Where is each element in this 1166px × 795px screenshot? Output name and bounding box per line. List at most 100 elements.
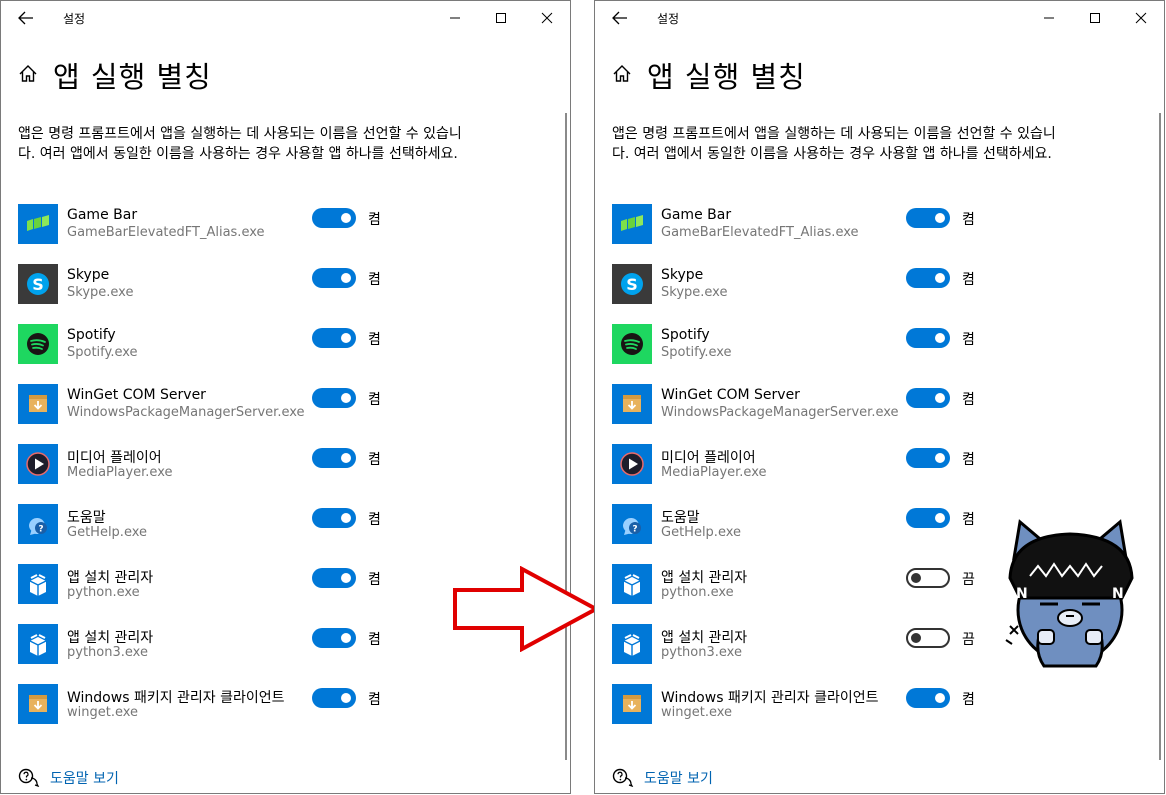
- alias-toggle-switch[interactable]: [906, 448, 950, 468]
- app-alias-row: 미디어 플레이어 MediaPlayer.exe 켬: [595, 444, 1164, 504]
- alias-toggle-switch[interactable]: [906, 508, 950, 528]
- home-icon[interactable]: [17, 63, 39, 85]
- help-chat-icon: [18, 768, 40, 787]
- toggle-knob: [341, 273, 351, 283]
- back-arrow-icon[interactable]: [15, 7, 37, 29]
- svg-text:?: ?: [38, 525, 43, 535]
- spotify-icon: [612, 324, 652, 364]
- toggle-state-label: 켬: [962, 452, 975, 468]
- toggle-knob: [341, 213, 351, 223]
- app-installer-icon: [18, 624, 58, 664]
- toggle-state-label: 켬: [962, 272, 975, 288]
- alias-toggle-switch[interactable]: [906, 268, 950, 288]
- alias-toggle-switch[interactable]: [312, 568, 356, 588]
- skype-icon: S: [18, 264, 58, 304]
- toggle-state-label: 켬: [368, 392, 381, 408]
- toggle-state-label: 켬: [962, 332, 975, 348]
- toggle-knob: [935, 693, 945, 703]
- alias-toggle-switch[interactable]: [312, 268, 356, 288]
- close-button[interactable]: [524, 5, 570, 31]
- alias-toggle-switch[interactable]: [312, 628, 356, 648]
- app-installer-icon: [612, 564, 652, 604]
- svg-text:S: S: [32, 275, 44, 294]
- gamebar-icon: [612, 204, 652, 244]
- toggle-state-label: 켬: [368, 332, 381, 348]
- alias-toggle-switch[interactable]: [906, 628, 950, 648]
- package-icon: [612, 684, 652, 724]
- alias-toggle-switch[interactable]: [906, 388, 950, 408]
- maximize-button[interactable]: [478, 5, 524, 31]
- app-executable: WindowsPackageManagerServer.exe: [661, 405, 899, 420]
- alias-toggle-switch[interactable]: [906, 568, 950, 588]
- app-executable: GameBarElevatedFT_Alias.exe: [67, 225, 265, 240]
- toggle-state-label: 끔: [962, 572, 975, 588]
- app-executable: WindowsPackageManagerServer.exe: [67, 405, 305, 420]
- alias-toggle-switch[interactable]: [312, 208, 356, 228]
- title-bar: 설정: [595, 1, 1164, 35]
- app-name: Game Bar: [661, 207, 732, 223]
- app-name: Spotify: [661, 327, 710, 343]
- help-link[interactable]: 도움말 보기: [644, 768, 713, 788]
- toggle-state-label: 끔: [962, 632, 975, 648]
- gamebar-icon: [18, 204, 58, 244]
- app-executable: Skype.exe: [67, 285, 134, 300]
- app-executable: Spotify.exe: [661, 345, 732, 360]
- scrollbar[interactable]: [1159, 113, 1161, 760]
- app-executable: python.exe: [67, 585, 140, 600]
- get-help-icon: ?: [18, 504, 58, 544]
- cat-mascot-sticker-image: N N: [1005, 519, 1134, 668]
- scrollbar[interactable]: [565, 113, 567, 760]
- app-executable: MediaPlayer.exe: [67, 465, 173, 480]
- skype-icon: S: [612, 264, 652, 304]
- app-name: Spotify: [67, 327, 116, 343]
- alias-toggle-switch[interactable]: [312, 688, 356, 708]
- package-icon: [612, 384, 652, 424]
- app-executable: Spotify.exe: [67, 345, 138, 360]
- app-name: Game Bar: [67, 207, 138, 223]
- minimize-button[interactable]: [432, 5, 478, 31]
- close-button[interactable]: [1118, 5, 1164, 31]
- title-bar: 설정: [1, 1, 570, 35]
- toggle-knob: [341, 333, 351, 343]
- app-name: 앱 설치 관리자: [661, 570, 748, 586]
- alias-toggle-switch[interactable]: [312, 508, 356, 528]
- alias-toggle-switch[interactable]: [312, 448, 356, 468]
- home-icon[interactable]: [611, 63, 633, 85]
- get-help-icon: ?: [612, 504, 652, 544]
- svg-text:N: N: [1016, 586, 1028, 602]
- app-name: WinGet COM Server: [661, 387, 800, 403]
- toggle-state-label: 켬: [368, 632, 381, 648]
- app-name: Windows 패키지 관리자 클라이언트: [661, 690, 879, 706]
- maximize-button[interactable]: [1072, 5, 1118, 31]
- app-name: 도움말: [67, 510, 106, 526]
- alias-toggle-switch[interactable]: [906, 208, 950, 228]
- toggle-knob: [341, 513, 351, 523]
- help-link[interactable]: 도움말 보기: [50, 768, 119, 788]
- alias-toggle-switch[interactable]: [312, 388, 356, 408]
- app-alias-row: ? 도움말 GetHelp.exe 켬: [1, 504, 570, 564]
- page-title: 앱 실행 별칭: [53, 60, 212, 94]
- app-alias-row: S Skype Skype.exe 켬: [595, 264, 1164, 324]
- toggle-knob: [341, 393, 351, 403]
- alias-toggle-switch[interactable]: [906, 328, 950, 348]
- app-alias-row: Game Bar GameBarElevatedFT_Alias.exe 켬: [1, 204, 570, 264]
- spotify-icon: [18, 324, 58, 364]
- minimize-button[interactable]: [1026, 5, 1072, 31]
- toggle-state-label: 켬: [368, 212, 381, 228]
- toggle-knob: [341, 573, 351, 583]
- app-name: Windows 패키지 관리자 클라이언트: [67, 690, 285, 706]
- app-alias-row: 미디어 플레이어 MediaPlayer.exe 켬: [1, 444, 570, 504]
- package-icon: [18, 384, 58, 424]
- alias-toggle-switch[interactable]: [312, 328, 356, 348]
- toggle-state-label: 켬: [368, 452, 381, 468]
- toggle-knob: [341, 453, 351, 463]
- app-installer-icon: [612, 624, 652, 664]
- app-name: WinGet COM Server: [67, 387, 206, 403]
- svg-text:?: ?: [632, 525, 637, 535]
- alias-toggle-switch[interactable]: [906, 688, 950, 708]
- back-arrow-icon[interactable]: [609, 7, 631, 29]
- app-executable: python.exe: [661, 585, 734, 600]
- app-name: 앱 설치 관리자: [661, 630, 748, 646]
- help-chat-icon: [612, 768, 634, 787]
- app-name: 앱 설치 관리자: [67, 570, 154, 586]
